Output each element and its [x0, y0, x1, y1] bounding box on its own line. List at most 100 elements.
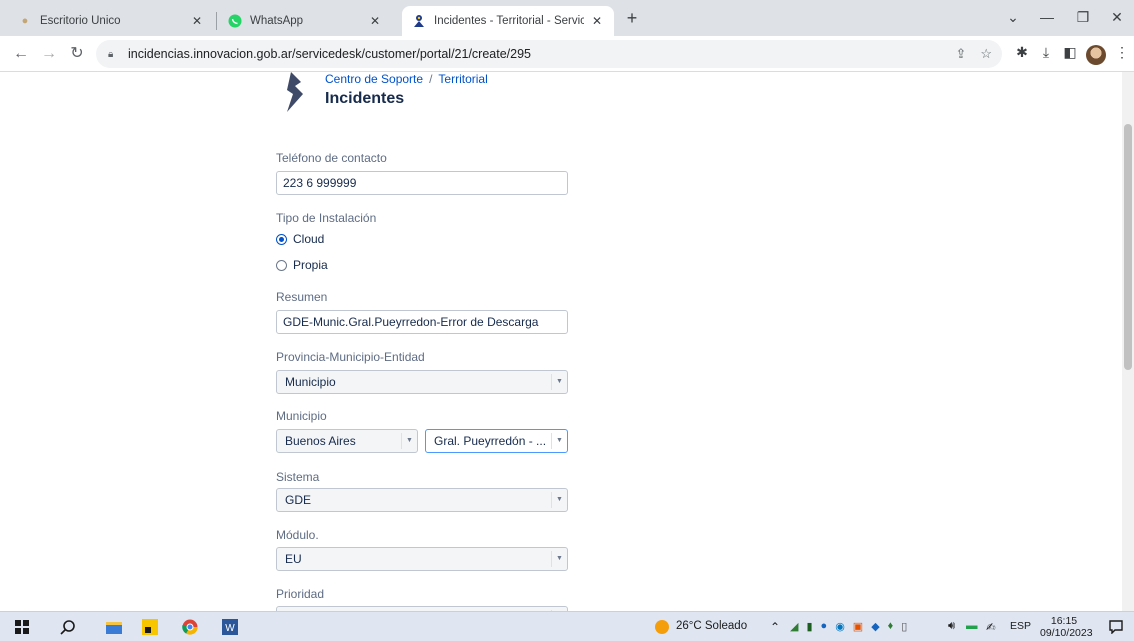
tab-escritorio-unico[interactable]: ● Escritorio Único ✕ — [8, 6, 214, 36]
download-icon[interactable]: ⤓ — [1036, 44, 1056, 61]
provincia-select[interactable]: Municipio ▼ — [276, 370, 568, 394]
system-tray-icons: ◢ ▮ ● ◉ ▣ ◆ ♦ ▯ — [790, 620, 940, 633]
tray-app-icon[interactable]: ♦ — [888, 620, 894, 633]
restore-icon[interactable]: ❐ — [1066, 4, 1100, 30]
notifications-icon[interactable] — [1106, 617, 1126, 637]
chevron-down-icon: ▼ — [551, 551, 567, 567]
tipo-instalacion-label: Tipo de Instalación — [276, 211, 377, 225]
chevron-up-icon[interactable]: ⌃ — [770, 620, 780, 634]
provincia-label: Provincia-Municipio-Entidad — [276, 350, 425, 364]
nvidia-icon[interactable]: ▬ — [966, 620, 978, 632]
minimize-icon[interactable]: — — [1030, 4, 1064, 30]
back-icon[interactable]: ← — [10, 43, 32, 65]
tab-incidentes[interactable]: Incidentes - Territorial - Service ✕ — [402, 6, 614, 36]
forward-icon[interactable]: → — [38, 43, 60, 65]
scrollbar-thumb[interactable] — [1124, 124, 1132, 370]
reload-icon[interactable]: ↻ — [66, 43, 88, 65]
modulo-select-value: EU — [285, 552, 302, 566]
windows-start-icon[interactable] — [12, 617, 32, 637]
close-window-icon[interactable]: ✕ — [1100, 4, 1134, 30]
browser-tab-bar: ● Escritorio Único ✕ WhatsApp ✕ Incident… — [0, 0, 1134, 36]
lock-icon: 🔒︎ — [108, 48, 114, 60]
tab-title: Incidentes - Territorial - Service — [434, 15, 584, 27]
tray-app-icon[interactable]: ● — [821, 620, 828, 633]
lightning-logo-icon — [287, 72, 303, 112]
modulo-select[interactable]: EU ▼ — [276, 547, 568, 571]
page-icon: ● — [21, 15, 29, 27]
tab-title: WhatsApp — [250, 15, 304, 27]
url-text: incidencias.innovacion.gob.ar/servicedes… — [128, 47, 532, 61]
side-panel-icon[interactable]: ◧ — [1060, 44, 1080, 61]
file-explorer-icon[interactable] — [104, 617, 124, 637]
sistema-select[interactable]: GDE ▼ — [276, 488, 568, 512]
radio-cloud[interactable]: Cloud — [276, 232, 324, 246]
prioridad-label: Prioridad — [276, 587, 325, 601]
clock[interactable]: 16:15 09/10/2023 — [1040, 615, 1093, 639]
breadcrumb: Centro de Soporte / Territorial — [325, 72, 488, 86]
tab-search-icon[interactable]: ⌄ — [996, 4, 1030, 30]
sistema-select-value: GDE — [285, 493, 312, 507]
provincia-select-value: Municipio — [285, 375, 336, 389]
menu-kebab-icon[interactable]: ⋮ — [1112, 44, 1132, 61]
telefono-label: Teléfono de contacto — [276, 151, 387, 165]
tab-whatsapp[interactable]: WhatsApp ✕ — [218, 6, 392, 36]
chevron-down-icon: ▼ — [401, 433, 417, 449]
radio-unselected-icon[interactable] — [276, 259, 287, 271]
close-icon[interactable]: ✕ — [590, 14, 604, 28]
radio-cloud-label: Cloud — [293, 232, 325, 246]
tray-app-icon[interactable]: ▯ — [901, 620, 907, 633]
tray-app-icon[interactable]: ◢ — [790, 620, 798, 633]
chrome-icon[interactable] — [180, 617, 200, 637]
new-tab-icon[interactable]: + — [620, 8, 644, 29]
tray-app-icon[interactable]: ▣ — [853, 620, 863, 633]
close-icon[interactable]: ✕ — [190, 14, 204, 28]
share-icon[interactable]: ⇪ — [955, 46, 966, 62]
tray-app-icon[interactable]: ◉ — [835, 620, 845, 633]
modulo-label: Módulo. — [276, 528, 319, 542]
breadcrumb-centro-de-soporte[interactable]: Centro de Soporte — [325, 72, 423, 86]
municipio-cascade-value: Gral. Pueyrredón - ... — [434, 434, 547, 448]
pen-icon[interactable]: ✍︎ — [986, 620, 996, 634]
word-icon[interactable]: W — [220, 617, 240, 637]
tab-separator — [216, 12, 217, 30]
address-bar[interactable]: 🔒︎ incidencias.innovacion.gob.ar/service… — [96, 40, 1002, 68]
resumen-field[interactable] — [276, 310, 568, 334]
bookmark-star-icon[interactable]: ☆ — [980, 46, 992, 62]
chevron-down-icon: ▼ — [551, 492, 567, 508]
breadcrumb-separator: / — [429, 72, 433, 86]
telefono-field[interactable] — [276, 171, 568, 195]
chevron-down-icon: ▼ — [551, 374, 567, 390]
profile-avatar[interactable] — [1086, 45, 1106, 65]
page-content: Centro de Soporte / Territorial Incidentes… — [0, 72, 1134, 611]
volume-icon[interactable]: 🔊︎ — [948, 620, 955, 633]
page-title: Incidentes — [325, 90, 405, 107]
breadcrumb-territorial[interactable]: Territorial — [438, 72, 487, 86]
language-indicator[interactable]: ESP — [1010, 620, 1031, 632]
servicedesk-icon — [412, 14, 426, 28]
extensions-puzzle-icon[interactable]: ✱ — [1012, 44, 1032, 61]
radio-propia-label: Propia — [293, 258, 328, 272]
weather-text[interactable]: 26°C Soleado — [676, 620, 747, 632]
tray-app-icon[interactable]: ▮ — [806, 620, 812, 633]
resumen-label: Resumen — [276, 290, 328, 304]
sticky-notes-icon[interactable] — [140, 617, 160, 637]
provincia-cascade-value: Buenos Aires — [285, 434, 356, 448]
svg-text:W: W — [225, 623, 235, 634]
chevron-down-icon: ▼ — [551, 433, 567, 449]
radio-propia[interactable]: Propia — [276, 258, 328, 272]
search-icon[interactable] — [58, 617, 78, 637]
whatsapp-icon — [228, 14, 242, 28]
browser-toolbar: ← → ↻ 🔒︎ incidencias.innovacion.gob.ar/s… — [0, 36, 1134, 72]
provincia-cascade-select[interactable]: Buenos Aires ▼ — [276, 429, 418, 453]
weather-sun-icon[interactable] — [652, 617, 672, 637]
radio-selected-icon[interactable] — [276, 233, 287, 245]
windows-taskbar: W 26°C Soleado ⌃ ◢ ▮ ● ◉ ▣ ◆ ♦ ▯ 🔊︎ ▬ ✍︎… — [0, 611, 1134, 641]
page-scrollbar[interactable] — [1122, 72, 1134, 611]
sistema-label: Sistema — [276, 470, 320, 484]
close-icon[interactable]: ✕ — [368, 14, 382, 28]
municipio-label: Municipio — [276, 409, 327, 423]
tray-app-icon[interactable]: ◆ — [871, 620, 879, 633]
clock-date: 09/10/2023 — [1040, 627, 1093, 639]
clock-time: 16:15 — [1050, 615, 1078, 627]
municipio-cascade-select[interactable]: Gral. Pueyrredón - ... ▼ — [425, 429, 568, 453]
